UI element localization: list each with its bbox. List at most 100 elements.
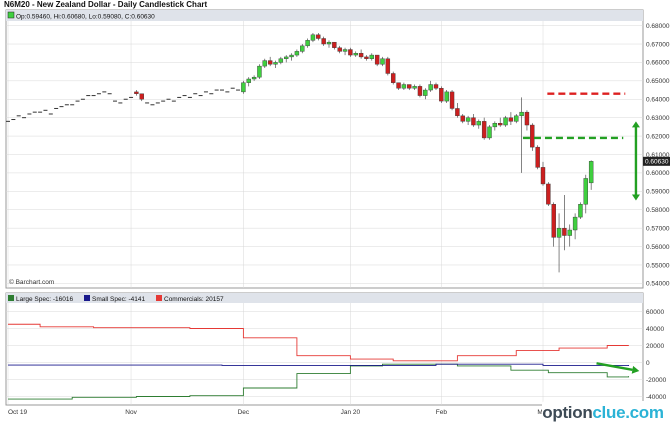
candle-body <box>161 100 166 102</box>
candle-body <box>465 117 471 122</box>
candle <box>257 64 262 80</box>
candle <box>439 86 444 103</box>
candle-body <box>353 53 358 56</box>
candle <box>161 100 166 102</box>
price-tick-label: 0.56000 <box>646 244 670 251</box>
last-price-label: 0.60630 <box>645 159 669 166</box>
candle-body <box>514 115 519 122</box>
candle <box>86 95 91 97</box>
candle <box>546 182 551 207</box>
candle-body <box>129 96 134 98</box>
candle-body <box>278 58 284 63</box>
candle-body <box>305 40 310 47</box>
legend-large-spec: Large Spec: -16016 <box>16 296 73 303</box>
candle <box>129 96 134 98</box>
legend-small-spec: Small Spec: -4141 <box>92 296 145 303</box>
candle-body <box>118 102 123 104</box>
candle-body <box>193 93 198 95</box>
candle-body <box>241 82 246 93</box>
price-tick-label: 0.58000 <box>646 207 670 214</box>
candle-body <box>113 100 117 102</box>
candle-body <box>535 146 540 168</box>
candle-body <box>572 216 578 231</box>
price-tick-label: 0.67000 <box>646 41 670 48</box>
legend-swatch-small-spec <box>84 295 90 301</box>
candle-body <box>171 100 176 102</box>
candle-body <box>300 45 305 52</box>
candle <box>444 90 449 103</box>
candle-body <box>567 229 572 236</box>
x-tick-label: Nov <box>125 409 137 416</box>
candle-body <box>316 34 321 39</box>
candle-body <box>423 89 428 96</box>
candle <box>214 89 219 91</box>
chart-title: N6M20 - New Zealand Dollar - Daily Candl… <box>4 0 208 9</box>
candle-body <box>230 87 235 89</box>
candle <box>225 91 230 93</box>
candle-body <box>145 102 150 104</box>
candle <box>32 111 37 113</box>
chart-root: 0.54000 0.55000 0.56000 0.57000 0.58000 0.590… <box>0 0 670 431</box>
price-panel <box>5 9 644 289</box>
candle-body <box>503 117 508 126</box>
legend-swatch-commercials <box>156 295 162 301</box>
candle <box>209 93 214 95</box>
candle <box>155 102 160 104</box>
candle-body <box>310 34 316 41</box>
candle-body <box>294 51 300 56</box>
candle <box>118 102 123 104</box>
candle-body <box>6 120 10 122</box>
candle-body <box>428 84 433 91</box>
candle <box>220 89 224 91</box>
price-tick-label: 0.63000 <box>646 115 670 122</box>
candle <box>27 113 32 115</box>
legend-commercials: Commercials: 20157 <box>164 296 224 303</box>
candle-body <box>562 227 567 236</box>
cot-tick-label: -20000 <box>646 377 667 384</box>
candle-body <box>498 122 503 126</box>
candle <box>59 106 64 108</box>
candle-body <box>203 91 208 93</box>
candle-body <box>455 108 460 117</box>
candle-body <box>524 111 530 126</box>
candle <box>374 54 380 67</box>
candle-body <box>267 60 273 65</box>
candle-body <box>16 115 21 117</box>
copyright-label: © Barchart.com <box>9 278 54 286</box>
candle <box>193 93 198 95</box>
candle <box>96 93 101 95</box>
candle-body <box>150 104 155 106</box>
candle-body <box>492 122 498 128</box>
candle <box>43 109 48 111</box>
candle <box>22 117 27 119</box>
candle-body <box>59 106 64 108</box>
candle <box>182 95 187 97</box>
candle-body <box>80 98 85 100</box>
candle-body <box>86 95 91 97</box>
candle <box>385 56 391 76</box>
candle-body <box>401 84 407 89</box>
candle-body <box>236 89 241 91</box>
x-tick-label: Dec <box>238 409 250 416</box>
candle <box>241 80 246 94</box>
candle <box>38 111 43 113</box>
watermark-part-option: option <box>542 403 593 422</box>
price-tick-label: 0.62000 <box>646 133 670 140</box>
candle-body <box>22 117 27 119</box>
candle-body <box>444 91 449 102</box>
price-tick-label: 0.57000 <box>646 225 670 232</box>
candle-body <box>519 111 524 117</box>
candle-body <box>530 124 535 148</box>
candle <box>80 98 85 100</box>
cot-tick-label: 0 <box>646 360 650 367</box>
candle <box>54 107 59 109</box>
candle-body <box>342 49 348 52</box>
candle <box>578 202 583 219</box>
candle <box>102 91 107 93</box>
cot-tick-label: 20000 <box>646 343 664 350</box>
candle <box>487 125 492 140</box>
candle <box>166 98 171 100</box>
candle-body <box>155 102 160 104</box>
candle-body <box>412 86 417 89</box>
candle-body <box>11 119 16 121</box>
